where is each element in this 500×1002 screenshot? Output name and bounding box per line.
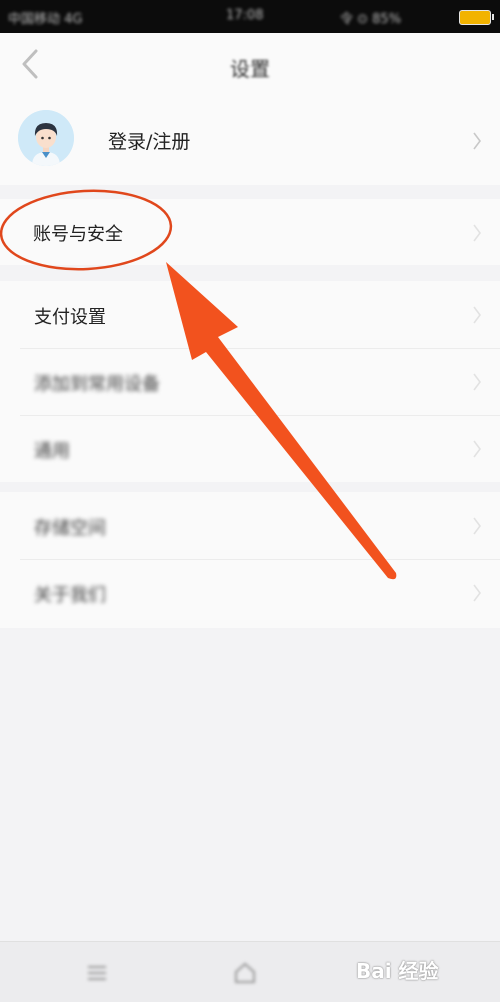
chevron-right-icon <box>473 517 481 535</box>
list-item-label: 关于我们 <box>34 585 106 606</box>
account-security-label: 账号与安全 <box>33 224 123 245</box>
chevron-right-icon <box>473 132 481 150</box>
list-item-label: 存储空间 <box>34 518 106 539</box>
home-icon[interactable] <box>232 960 258 986</box>
status-time: 17:08 <box>226 8 264 23</box>
chevron-right-icon <box>473 440 481 458</box>
page-title: 设置 <box>230 57 270 81</box>
payment-settings-label: 支付设置 <box>34 307 106 328</box>
list-item-label: 通用 <box>34 441 70 462</box>
status-bar: 中国移动 4G 17:08 令 ⊙ 85% <box>0 0 500 33</box>
carrier-text: 中国移动 4G <box>8 12 83 27</box>
login-register-row[interactable]: 登录/注册 <box>0 95 500 185</box>
list-item[interactable]: 通用 <box>0 415 500 482</box>
baidu-watermark: Bai 经验 <box>356 959 439 983</box>
list-item-label: 添加到常用设备 <box>34 374 160 395</box>
settings-group-3: 存储空间 关于我们 <box>0 492 500 628</box>
account-section: 账号与安全 <box>0 199 500 265</box>
chevron-right-icon <box>473 373 481 391</box>
status-info: 令 ⊙ 85% <box>340 12 402 27</box>
chevron-right-icon <box>473 306 481 324</box>
list-item[interactable]: 关于我们 <box>0 559 500 626</box>
payment-settings-row[interactable]: 支付设置 <box>0 281 500 348</box>
menu-icon[interactable] <box>84 960 110 986</box>
login-register-label: 登录/注册 <box>108 131 191 153</box>
chevron-right-icon <box>473 224 481 242</box>
chevron-right-icon <box>473 584 481 602</box>
list-item[interactable]: 存储空间 <box>0 492 500 559</box>
avatar <box>18 110 74 166</box>
list-item[interactable]: 添加到常用设备 <box>0 348 500 415</box>
navigation-bar: 设置 <box>0 33 500 95</box>
user-avatar-icon <box>18 110 74 166</box>
battery-icon <box>459 10 494 25</box>
settings-group-2: 支付设置 添加到常用设备 通用 <box>0 281 500 482</box>
account-security-row[interactable]: 账号与安全 <box>0 199 500 266</box>
